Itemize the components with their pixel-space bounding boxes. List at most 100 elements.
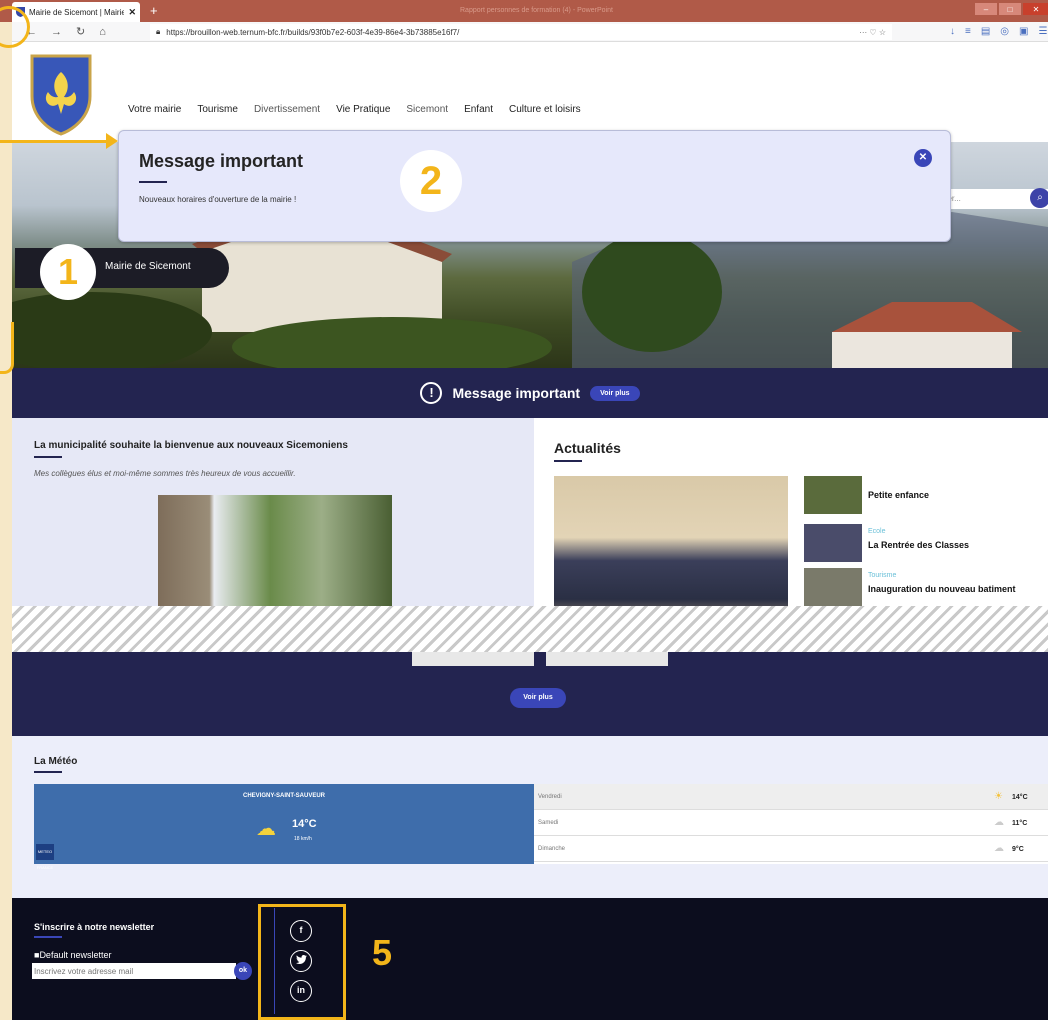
nav-item-vie-pratique[interactable]: Vie Pratique — [336, 104, 390, 115]
search-icon[interactable]: ⌕ — [1030, 188, 1048, 208]
coat-of-arms-logo[interactable] — [28, 52, 94, 136]
forecast-row: Dimanche ☁ 9°C — [534, 836, 1048, 862]
section-voir-plus-button[interactable]: Voir plus — [510, 688, 566, 708]
news-item-title: Inauguration du nouveau batiment — [868, 584, 1016, 594]
news-section: Actualités Petite enfance Ecole La Rentr… — [534, 418, 1048, 630]
news-item[interactable]: Tourisme Inauguration du nouveau batimen… — [804, 568, 1048, 608]
newsletter-checkbox-label: Default newsletter — [39, 950, 112, 960]
home-icon[interactable]: ⌂ — [99, 26, 106, 38]
nav-item-divertissement[interactable]: Divertissement — [254, 104, 320, 115]
important-message-banner: ! Message important Voir plus — [12, 368, 1048, 418]
link-card[interactable] — [412, 652, 534, 666]
exclamation-icon: ! — [420, 382, 443, 404]
modal-text: Nouveaux horaires d'ouverture de la mair… — [139, 195, 297, 204]
download-icon[interactable]: ↓ — [950, 26, 955, 37]
news-thumbnail — [804, 476, 862, 514]
url-text: https://brouillon-web.ternum-bfc.fr/buil… — [166, 27, 460, 37]
weather-forecast: Vendredi ☀ 14°C Samedi ☁ 11°C Dimanche ☁… — [534, 784, 1048, 864]
address-bar[interactable]: 🔒︎ https://brouillon-web.ternum-bfc.fr/b… — [150, 24, 892, 40]
sun-icon: ☀ — [994, 791, 1003, 802]
screenshot-icon[interactable]: ▣ — [1019, 26, 1028, 37]
banner-voir-plus-button[interactable]: Voir plus — [590, 385, 640, 401]
annotation-badge-2: 2 — [400, 150, 462, 212]
forecast-row: Vendredi ☀ 14°C — [534, 784, 1048, 810]
title-underline — [34, 456, 62, 458]
forecast-day: Vendredi — [538, 794, 562, 800]
links-section: Voir plus — [12, 652, 1048, 736]
weather-current: CHEVIGNY-SAINT-SAUVEUR ☁ 14°C 18 km/h ME… — [34, 784, 534, 870]
welcome-section: La municipalité souhaite la bienvenue au… — [12, 418, 534, 630]
welcome-subtitle: Mes collègues élus et moi-même sommes tr… — [34, 469, 296, 478]
maximize-icon[interactable]: □ — [999, 3, 1021, 15]
weather-section: La Météo CHEVIGNY-SAINT-SAUVEUR ☁ 14°C 1… — [12, 736, 1048, 898]
menu-icon[interactable]: ☰ — [1038, 26, 1047, 37]
rain-cloud-icon: ☁ — [994, 843, 1004, 854]
newsletter-checkbox[interactable]: ■Default newsletter — [34, 950, 111, 960]
news-item-category: Tourisme — [868, 572, 897, 579]
title-underline — [34, 771, 62, 773]
news-item[interactable]: Ecole La Rentrée des Classes — [804, 524, 1048, 564]
news-thumbnail — [804, 524, 862, 562]
newsletter-title: S'inscrire à notre newsletter — [34, 922, 155, 932]
library-icon[interactable]: ≡ — [965, 26, 971, 37]
sidebar-icon[interactable]: ▤ — [981, 26, 990, 37]
forecast-day: Dimanche — [538, 846, 566, 852]
nav-item-culture-et-loisirs[interactable]: Culture et loisirs — [509, 104, 581, 115]
weather-city: CHEVIGNY-SAINT-SAUVEUR — [242, 793, 325, 799]
annotation-arrow-icon — [106, 133, 118, 149]
forward-icon[interactable]: → — [51, 26, 62, 38]
newsletter-ok-button[interactable]: ok — [234, 962, 252, 980]
tab-close-icon[interactable]: ✕ — [128, 7, 136, 18]
title-underline — [34, 936, 62, 938]
window-close-icon[interactable]: ✕ — [1023, 3, 1048, 15]
nav-item-enfant[interactable]: Enfant — [464, 104, 493, 115]
nav-item-sicemont[interactable]: Sicemont — [406, 104, 448, 115]
extension-icon[interactable]: ◎ — [1000, 26, 1009, 37]
site-footer: S'inscrire à notre newsletter ■Default n… — [12, 898, 1048, 1020]
minimize-icon[interactable]: – — [975, 3, 997, 15]
annotation-arrow-line — [0, 140, 112, 143]
news-item-category: Ecole — [868, 528, 886, 535]
annotation-label-5: 5 — [372, 932, 393, 973]
browser-navbar: ← → ↻ ⌂ 🔒︎ https://brouillon-web.ternum-… — [12, 22, 1048, 42]
nav-item-votre-mairie[interactable]: Votre mairie — [128, 104, 181, 115]
weather-wind: 18 km/h — [294, 836, 312, 842]
weather-title: La Météo — [34, 756, 78, 767]
cloud-sun-icon: ☁ — [994, 817, 1004, 828]
annotation-bracket — [0, 322, 14, 374]
forecast-temp: 14°C — [1012, 794, 1028, 801]
tab-title: Mairie de Sicemont | Mairie de — [29, 7, 125, 17]
main-navigation: Votre mairie Tourisme Divertissement Vie… — [128, 104, 581, 115]
banner-title: Message important — [452, 385, 581, 401]
browser-tab[interactable]: Mairie de Sicemont | Mairie de ✕ — [12, 2, 140, 22]
toolbar-icons: ↓ ≡ ▤ ◎ ▣ ☰ — [950, 26, 1047, 37]
window-title: Rapport personnes de formation (4) - Pow… — [460, 7, 613, 14]
link-card[interactable] — [546, 652, 668, 666]
news-item-title: La Rentrée des Classes — [868, 540, 970, 550]
nav-item-tourisme[interactable]: Tourisme — [197, 104, 238, 115]
close-icon[interactable]: ✕ — [914, 149, 932, 167]
meteo-france-logo: METEO FRANCE — [36, 844, 54, 870]
cropped-section-hatch — [12, 606, 1048, 652]
forecast-row: Samedi ☁ 11°C — [534, 810, 1048, 836]
lock-icon: 🔒︎ — [156, 27, 161, 36]
forecast-temp: 9°C — [1012, 846, 1024, 853]
modal-title: Message important — [139, 151, 304, 171]
forecast-temp: 11°C — [1012, 820, 1028, 827]
site-header: Votre mairie Tourisme Divertissement Vie… — [12, 42, 1048, 142]
news-item[interactable]: Petite enfance — [804, 476, 1048, 516]
page-actions[interactable]: ··· ♡ ☆ — [859, 28, 886, 37]
reload-icon[interactable]: ↻ — [76, 25, 85, 38]
title-underline — [554, 460, 582, 462]
title-underline — [139, 181, 167, 183]
annotation-highlight-box — [258, 904, 346, 1020]
newsletter-email-input[interactable] — [32, 963, 236, 979]
news-thumbnail — [804, 568, 862, 606]
forecast-day: Samedi — [538, 820, 559, 826]
news-title: Actualités — [554, 440, 621, 456]
partly-sunny-icon: ☁ — [256, 818, 276, 840]
news-item-title: Petite enfance — [868, 490, 930, 500]
important-message-modal: Message important Nouveaux horaires d'ou… — [118, 130, 951, 242]
window-controls: – □ ✕ — [975, 3, 1048, 15]
new-tab-button[interactable]: + — [150, 4, 158, 17]
